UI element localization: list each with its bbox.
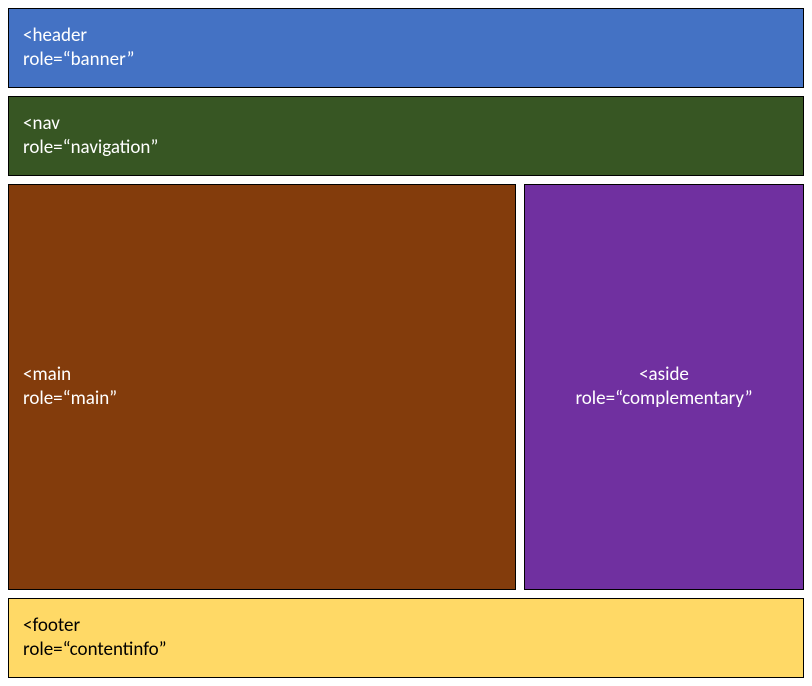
main-tag-label: <main [23, 363, 501, 387]
nav-tag-label: <nav [23, 112, 789, 136]
nav-region: <nav role=“navigation” [8, 96, 804, 176]
header-tag-label: <header [23, 24, 789, 48]
nav-role-label: role=“navigation” [23, 136, 789, 160]
main-region: <main role=“main” [8, 184, 516, 590]
landmark-layout-diagram: <header role=“banner” <nav role=“navigat… [8, 8, 804, 678]
header-region: <header role=“banner” [8, 8, 804, 88]
aside-role-label: role=“complementary” [575, 387, 752, 411]
footer-role-label: role=“contentinfo” [23, 638, 789, 662]
main-role-label: role=“main” [23, 387, 501, 411]
footer-region: <footer role=“contentinfo” [8, 598, 804, 678]
header-role-label: role=“banner” [23, 48, 789, 72]
aside-region: <aside role=“complementary” [524, 184, 804, 590]
aside-tag-label: <aside [639, 363, 689, 387]
footer-tag-label: <footer [23, 614, 789, 638]
